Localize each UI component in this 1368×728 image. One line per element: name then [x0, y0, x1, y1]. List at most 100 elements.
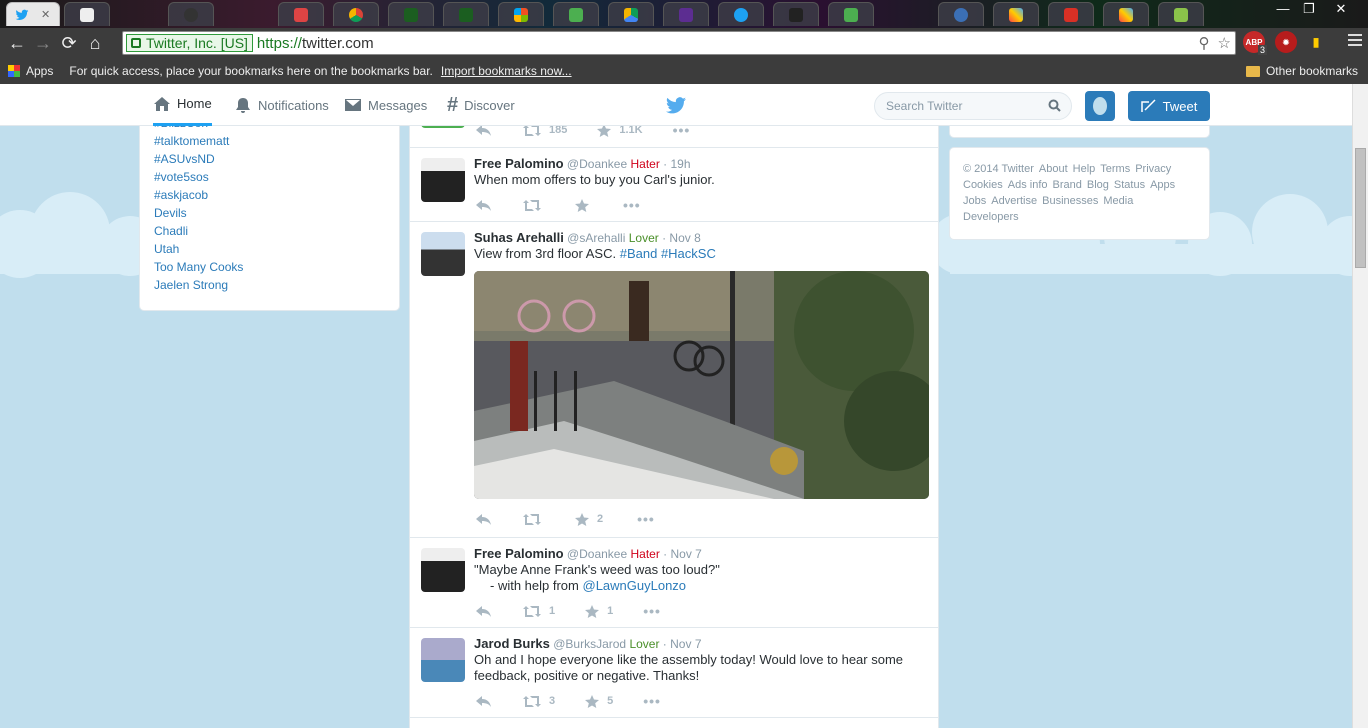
tweet-author-name[interactable]: Suhas Arehalli: [474, 230, 564, 245]
page-scrollbar[interactable]: [1352, 84, 1368, 728]
trend-item[interactable]: Jaelen Strong: [154, 276, 385, 294]
avatar[interactable]: [421, 548, 465, 592]
twitter-bird-icon[interactable]: [666, 97, 686, 114]
more-button[interactable]: •••: [623, 197, 641, 213]
footer-link[interactable]: Developers: [963, 211, 1019, 223]
reply-button[interactable]: [476, 605, 491, 617]
bookmark-star-icon[interactable]: ☆: [1218, 34, 1231, 52]
tweet-author-handle[interactable]: @BurksJarod: [553, 637, 626, 651]
trend-item[interactable]: #vote5sos: [154, 168, 385, 186]
footer-link[interactable]: Help: [1073, 163, 1096, 175]
avatar[interactable]: [421, 638, 465, 682]
tab-chrome[interactable]: [333, 2, 379, 26]
footer-link[interactable]: Status: [1114, 179, 1145, 191]
footer-link[interactable]: Media: [1103, 195, 1133, 207]
more-button[interactable]: •••: [643, 603, 661, 619]
scrollbar-thumb[interactable]: [1355, 148, 1366, 268]
reply-button[interactable]: [476, 199, 491, 211]
extension-icon[interactable]: ✹: [1275, 31, 1297, 53]
back-icon[interactable]: ←: [4, 30, 30, 56]
apps-link[interactable]: Apps: [26, 64, 53, 78]
url-text[interactable]: https://twitter.com: [257, 35, 374, 52]
close-window-icon[interactable]: ✕: [1326, 0, 1356, 20]
tweet-timestamp[interactable]: 19h: [671, 157, 691, 171]
tweet-author-handle[interactable]: @Doankee: [567, 157, 627, 171]
nav-home[interactable]: Home: [153, 84, 212, 126]
tweet-timestamp[interactable]: Nov 7: [671, 547, 702, 561]
avatar[interactable]: [421, 232, 465, 276]
reply-button[interactable]: [476, 695, 491, 707]
tweet-timestamp[interactable]: Nov 7: [670, 637, 701, 651]
reply-button[interactable]: [476, 513, 491, 525]
search-box[interactable]: Search Twitter: [874, 92, 1072, 120]
close-tab-icon[interactable]: ✕: [41, 8, 50, 21]
forward-icon[interactable]: →: [30, 30, 56, 56]
footer-link[interactable]: Apps: [1150, 179, 1175, 191]
nav-notifications[interactable]: Notifications: [234, 84, 329, 126]
tab-twitter[interactable]: ✕: [6, 2, 60, 26]
ev-certificate[interactable]: Twitter, Inc. [US]: [126, 34, 253, 52]
retweet-button[interactable]: 1: [523, 605, 555, 617]
footer-link[interactable]: Brand: [1053, 179, 1082, 191]
search-input[interactable]: Search Twitter: [886, 99, 962, 113]
import-bookmarks-link[interactable]: Import bookmarks now...: [441, 64, 572, 78]
search-icon[interactable]: [1048, 99, 1061, 112]
tweet[interactable]: Free Palomino @Doankee Hater · 19h When …: [410, 148, 938, 222]
mention-link[interactable]: @LawnGuyLonzo: [583, 578, 687, 593]
retweet-button[interactable]: 3: [523, 695, 555, 707]
tab-w3-2[interactable]: [828, 2, 874, 26]
retweet-button[interactable]: [523, 513, 541, 525]
trend-item[interactable]: Devils: [154, 204, 385, 222]
tweet[interactable]: Free Palomino @Doankee Hater · Nov 7 "Ma…: [410, 538, 938, 628]
tab-yahoo[interactable]: [663, 2, 709, 26]
tweet-button[interactable]: Tweet: [1128, 91, 1210, 121]
footer-link[interactable]: Advertise: [991, 195, 1037, 207]
trend-item[interactable]: #talktomematt: [154, 132, 385, 150]
restore-icon[interactable]: ❐: [1294, 0, 1324, 20]
tab-green-app[interactable]: [388, 2, 434, 26]
tweet-author-name[interactable]: Jarod Burks: [474, 636, 550, 651]
tab-colorful-2[interactable]: [1103, 2, 1149, 26]
tab-colorful[interactable]: [993, 2, 1039, 26]
hashtag-link[interactable]: #HackSC: [661, 246, 716, 261]
trend-item[interactable]: #ASUvsND: [154, 150, 385, 168]
tweet[interactable]: Suhas Arehalli @sArehalli Lover · Nov 8 …: [410, 222, 938, 538]
tweet-photo[interactable]: [474, 271, 929, 499]
tweet-author-handle[interactable]: @Doankee: [567, 547, 627, 561]
hashtag-link[interactable]: #Band: [620, 246, 658, 261]
footer-link[interactable]: Blog: [1087, 179, 1109, 191]
trend-item[interactable]: Utah: [154, 240, 385, 258]
reload-icon[interactable]: ⟳: [56, 30, 82, 56]
signal-icon[interactable]: ▮: [1305, 31, 1327, 53]
avatar[interactable]: [421, 158, 465, 202]
footer-link[interactable]: Businesses: [1042, 195, 1098, 207]
trend-item[interactable]: Too Many Cooks: [154, 258, 385, 276]
favorite-button[interactable]: 2: [575, 512, 603, 526]
tab-twitter-2[interactable]: [718, 2, 764, 26]
more-button[interactable]: •••: [637, 511, 655, 527]
tab-dark[interactable]: [773, 2, 819, 26]
tab-blue[interactable]: [938, 2, 984, 26]
footer-link[interactable]: About: [1039, 163, 1068, 175]
retweet-button[interactable]: [523, 199, 541, 211]
tweet-timestamp[interactable]: Nov 8: [669, 231, 700, 245]
footer-link[interactable]: Ads info: [1008, 179, 1048, 191]
favorite-button[interactable]: 1: [585, 604, 613, 618]
trend-item[interactable]: #askjacob: [154, 186, 385, 204]
more-button[interactable]: •••: [643, 693, 661, 709]
tab-gmail[interactable]: [1048, 2, 1094, 26]
tab-github[interactable]: [168, 2, 214, 26]
tab-w3[interactable]: [553, 2, 599, 26]
menu-icon[interactable]: [1348, 34, 1362, 49]
tweet-author-name[interactable]: Free Palomino: [474, 546, 564, 561]
home-button-icon[interactable]: ⌂: [82, 30, 108, 56]
tab-document[interactable]: [64, 2, 110, 26]
footer-link[interactable]: Privacy: [1135, 163, 1171, 175]
tweet[interactable]: Jarod Burks @BurksJarod Lover · Nov 7 Oh…: [410, 628, 938, 718]
footer-link[interactable]: Terms: [1100, 163, 1130, 175]
tab-drive[interactable]: [608, 2, 654, 26]
tab-green-app-2[interactable]: [443, 2, 489, 26]
trend-item[interactable]: Chadli: [154, 222, 385, 240]
tab-microsoft[interactable]: [498, 2, 544, 26]
reply-button[interactable]: [476, 124, 491, 136]
